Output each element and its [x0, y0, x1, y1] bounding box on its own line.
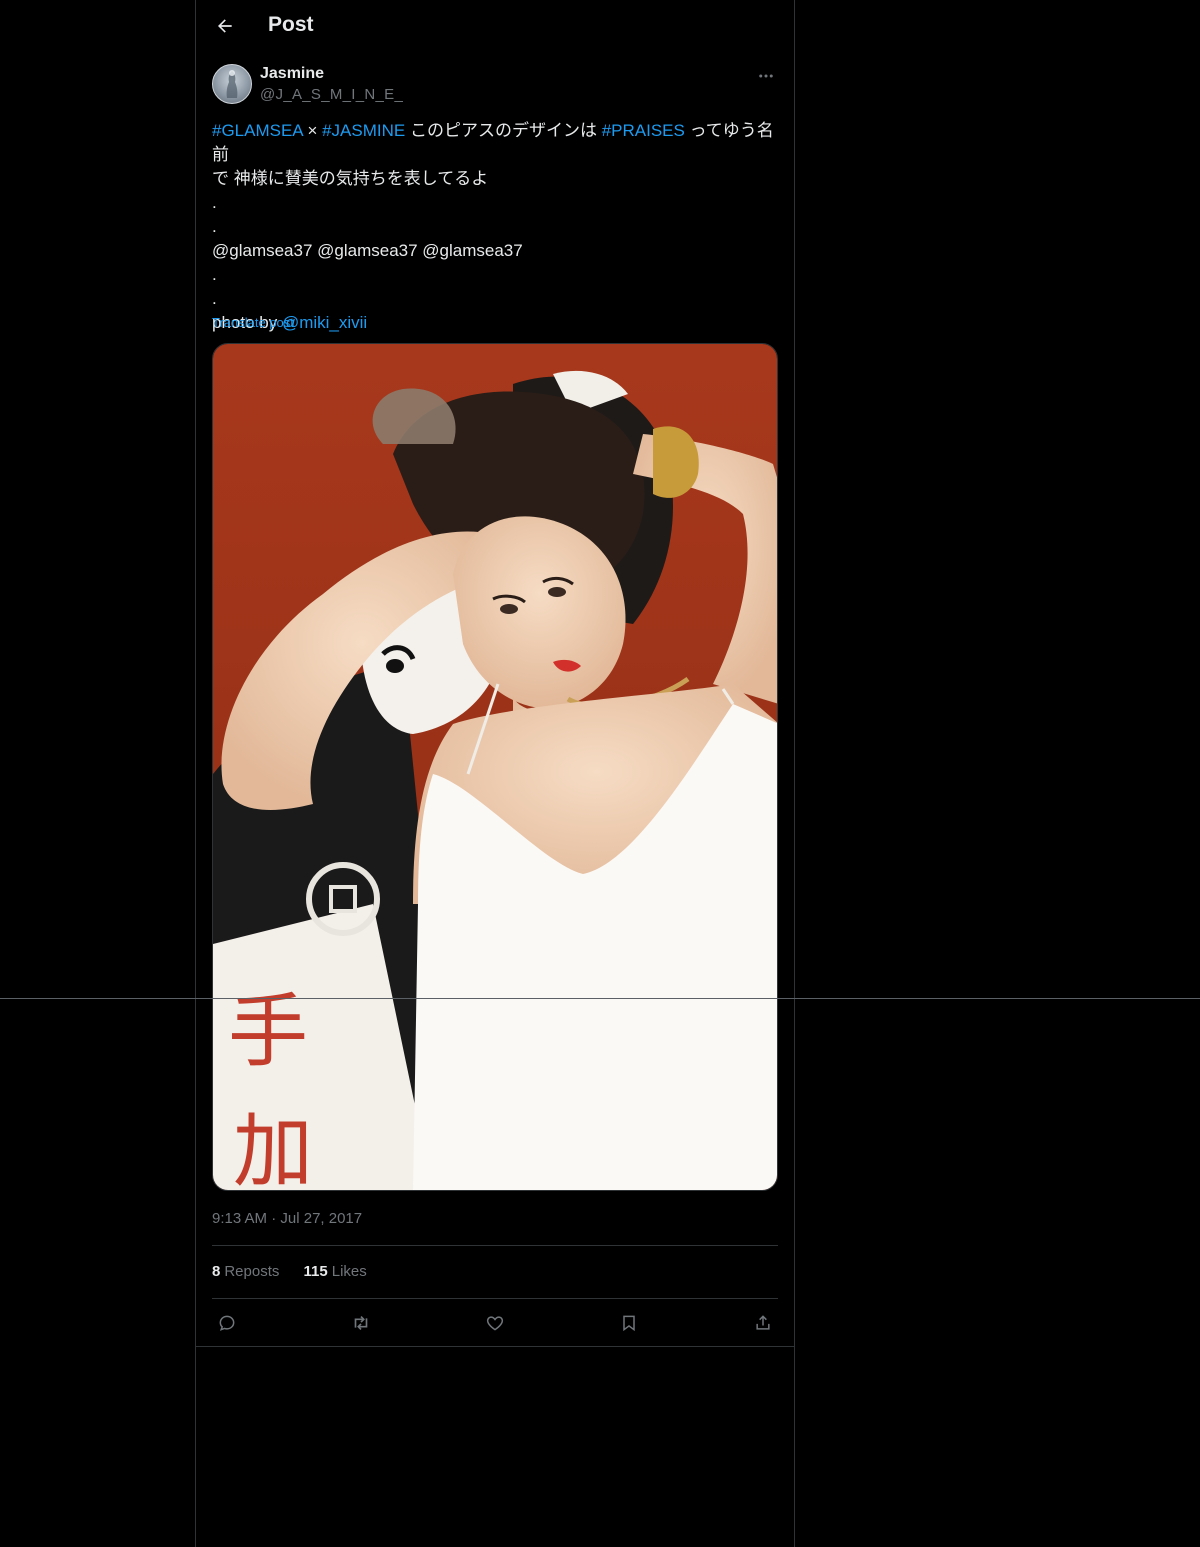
post-text-photo-credit: photo by @miki_xivii	[212, 311, 780, 335]
likes-label: Likes	[331, 1263, 367, 1280]
hashtag-glamsea[interactable]: #GLAMSEA	[212, 121, 303, 140]
like-icon	[486, 1316, 504, 1331]
post-text: #GLAMSEA × #JASMINE このピアスのデザインは #PRAISES…	[212, 119, 780, 335]
top-bar: Post	[196, 0, 794, 53]
repost-button[interactable]	[346, 1308, 376, 1338]
engagement-stats: 8 Reposts 115 Likes	[212, 1263, 387, 1280]
text-separator: ×	[302, 121, 323, 140]
reposts-stat[interactable]: 8 Reposts	[212, 1263, 279, 1280]
post-text-line-1: #GLAMSEA × #JASMINE このピアスのデザインは #PRAISES…	[212, 119, 780, 167]
like-button[interactable]	[480, 1308, 510, 1338]
post-time: 9:13 AM	[212, 1210, 268, 1227]
repost-icon	[354, 1315, 368, 1331]
painted-character-2: 加	[233, 1105, 313, 1191]
more-icon	[759, 74, 773, 78]
timestamp-separator: ·	[267, 1210, 281, 1227]
divider	[212, 1298, 778, 1299]
divider	[212, 1245, 778, 1246]
reposts-label: Reposts	[224, 1263, 280, 1280]
reply-button[interactable]	[212, 1308, 242, 1338]
post-text-line-2: で 神様に賛美の気持ちを表してるよ	[212, 169, 489, 188]
photo-credit-mention[interactable]: @miki_xivii	[282, 313, 367, 332]
reposts-count: 8	[212, 1263, 221, 1280]
post-text-mentions: @glamsea37 @glamsea37 @glamsea37	[212, 241, 523, 260]
share-icon	[756, 1315, 770, 1330]
page-title: Post	[268, 13, 314, 36]
horizontal-rule	[0, 998, 1200, 999]
arrow-left-icon	[218, 19, 232, 33]
author-row: Jasmine @J_A_S_M_I_N_E_	[212, 64, 778, 108]
share-button[interactable]	[748, 1308, 778, 1338]
post-text-dot: .	[212, 265, 217, 284]
bookmark-icon	[623, 1315, 635, 1332]
post-date: Jul 27, 2017	[280, 1210, 363, 1227]
post-text-dot: .	[212, 193, 217, 212]
post-photo[interactable]: 手 加	[212, 343, 778, 1191]
likes-count: 115	[303, 1263, 328, 1280]
hashtag-jasmine[interactable]: #JASMINE	[322, 121, 405, 140]
more-options-button[interactable]	[754, 64, 778, 88]
post-column: Post Jasmine @J_A_S_M_I_N_E_ #GLAMSEA × …	[195, 0, 795, 1547]
text-segment: このピアスのデザインは	[405, 121, 602, 140]
action-bar	[212, 1308, 778, 1338]
bookmark-button[interactable]	[614, 1308, 644, 1338]
divider	[196, 1346, 794, 1347]
post-text-dot: .	[212, 289, 217, 308]
avatar[interactable]	[212, 64, 252, 104]
post-text-dot: .	[212, 217, 217, 236]
reply-icon	[219, 1315, 235, 1331]
hashtag-praises[interactable]: #PRAISES	[602, 121, 685, 140]
author-handle[interactable]: @J_A_S_M_I_N_E_	[260, 86, 403, 103]
likes-stat[interactable]: 115 Likes	[304, 1263, 367, 1280]
translate-post-link[interactable]: Translate post	[212, 315, 294, 330]
post-timestamp[interactable]: 9:13 AM · Jul 27, 2017	[212, 1210, 362, 1227]
author-display-name[interactable]: Jasmine	[260, 65, 324, 83]
back-button[interactable]	[208, 9, 242, 43]
